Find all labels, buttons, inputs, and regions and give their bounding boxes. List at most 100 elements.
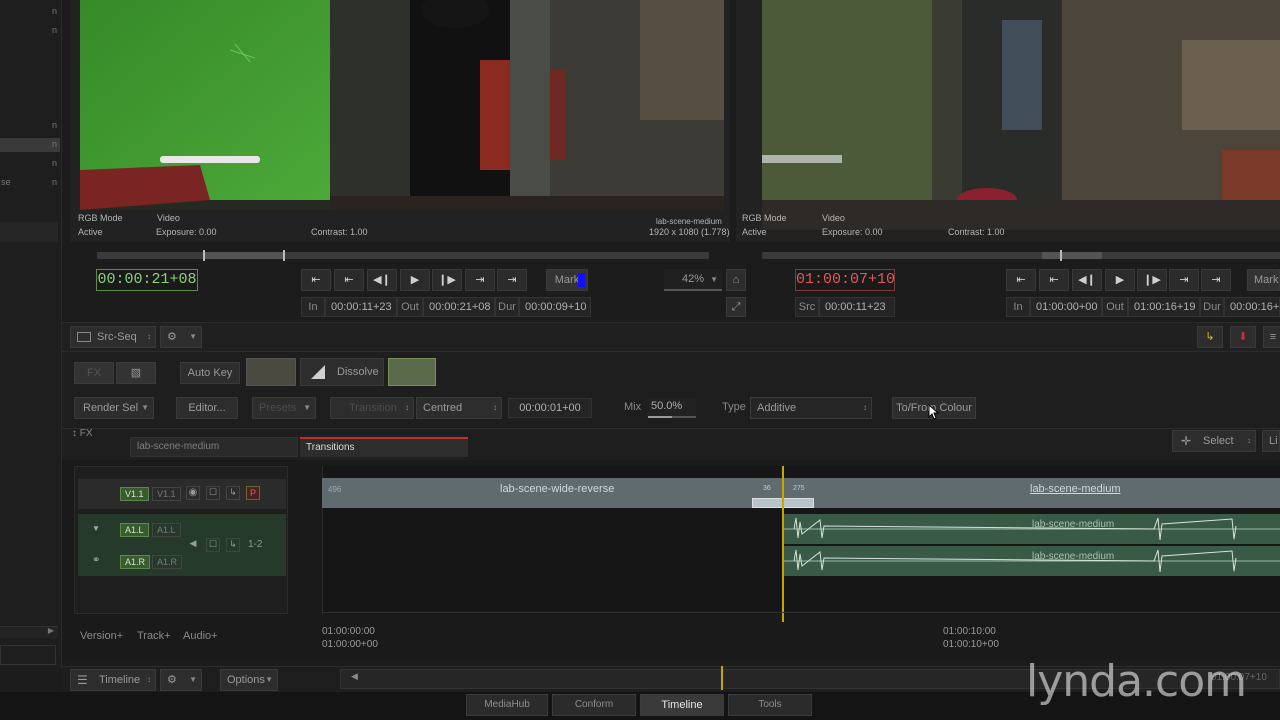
browser-row[interactable]: n (0, 24, 60, 38)
mark-button[interactable]: Mark (1247, 269, 1280, 291)
go-to-in-button[interactable]: ⇤ (334, 269, 364, 291)
source-viewer[interactable]: RGB Mode Video lab-scene-medium Active E… (70, 0, 730, 242)
dur-label[interactable]: Dur (495, 297, 519, 317)
menu-icon[interactable]: ≡ (1263, 326, 1280, 348)
record-viewer[interactable]: RGB Mode Video Active Exposure: 0.00 Con… (736, 0, 1280, 242)
in-timecode-field[interactable]: 01:00:00+00 (1030, 297, 1102, 317)
home-icon[interactable]: ⌂ (726, 269, 746, 291)
record-position-marker[interactable] (1060, 250, 1062, 261)
dissolve-button[interactable]: Dissolve (300, 358, 384, 386)
dur-timecode-field[interactable]: 00:00:16+ (1224, 297, 1280, 317)
browser-row[interactable]: n (0, 5, 60, 19)
audio-clip-left-channel[interactable]: lab-scene-medium (784, 514, 1280, 544)
step-back-button[interactable]: ◀❙ (367, 269, 397, 291)
settings-dropdown[interactable]: ⚙ ▼ (160, 326, 202, 348)
video-clip-right[interactable]: lab-scene-medium (784, 478, 1280, 508)
out-label[interactable]: Out (397, 297, 423, 317)
settings-dropdown[interactable]: ⚙ ▼ (160, 669, 202, 691)
dur-label[interactable]: Dur (1200, 297, 1224, 317)
v1-track-label[interactable]: V1.1 (152, 487, 181, 501)
out-marker[interactable] (283, 250, 285, 261)
go-to-end-button[interactable]: ⇥ (497, 269, 527, 291)
play-button[interactable]: ▶ (400, 269, 430, 291)
a1r-source-patch[interactable]: A1.R (120, 555, 151, 569)
video-clip-left[interactable]: 496 lab-scene-wide-reverse (322, 478, 784, 508)
mark-button[interactable]: Mark (546, 269, 588, 291)
in-marker[interactable] (203, 250, 205, 261)
record-timecode[interactable]: 01:00:07+10 (795, 269, 895, 291)
incoming-clip-thumbnail[interactable] (388, 358, 436, 386)
splice-in-icon[interactable]: ⬇ (1230, 326, 1256, 348)
track-plus-button[interactable]: Track+ (137, 630, 171, 642)
auto-key-button[interactable]: Auto Key (180, 362, 240, 384)
source-video-frame[interactable] (80, 0, 724, 210)
go-to-out-button[interactable]: ⇥ (465, 269, 495, 291)
transition-duration-field[interactable]: 00:00:01+00 (508, 398, 592, 418)
mask-icon[interactable]: ▧ (116, 362, 156, 384)
presets-dropdown[interactable]: Presets ▼ (252, 397, 316, 419)
editor-button[interactable]: Editor... (176, 397, 238, 419)
zoom-dropdown[interactable]: 42% ▼ (664, 269, 722, 291)
lock-icon[interactable]: ☐ (206, 538, 220, 552)
step-back-button[interactable]: ◀❙ (1072, 269, 1102, 291)
playhead[interactable] (782, 466, 784, 622)
collapse-triangle-icon[interactable]: ▼ (92, 524, 100, 533)
src-seq-dropdown[interactable]: Src-Seq ↕ (70, 326, 156, 348)
a1l-track-label[interactable]: A1.L (152, 523, 181, 537)
audio-clip-right-channel[interactable]: lab-scene-medium (784, 546, 1280, 576)
step-forward-button[interactable]: ❙▶ (1137, 269, 1167, 291)
scroll-left-icon[interactable]: ◀ (351, 671, 358, 682)
src-label[interactable]: Src (795, 297, 819, 317)
eye-icon[interactable]: ◉ (186, 486, 200, 500)
sync-icon[interactable]: ↳ (226, 486, 240, 500)
tab-conform[interactable]: Conform (552, 694, 636, 716)
browser-row[interactable]: n (0, 157, 60, 171)
tab-tools[interactable]: Tools (728, 694, 812, 716)
patch-p-button[interactable]: P (246, 486, 260, 500)
audio-plus-button[interactable]: Audio+ (183, 630, 218, 642)
a1r-track-label[interactable]: A1.R (152, 555, 183, 569)
browser-row[interactable]: n (0, 119, 60, 133)
tab-mediahub[interactable]: MediaHub (466, 694, 548, 716)
outgoing-clip-thumbnail[interactable] (246, 358, 296, 386)
lock-icon[interactable]: ☐ (206, 486, 220, 500)
play-button[interactable]: ▶ (1105, 269, 1135, 291)
fit-expand-icon[interactable]: ⤢ (726, 297, 746, 317)
source-scrub-bar[interactable] (97, 250, 709, 261)
step-forward-button[interactable]: ❙▶ (432, 269, 462, 291)
go-to-start-button[interactable]: ⇤ (1006, 269, 1036, 291)
link-icon[interactable]: ⚭ (92, 555, 100, 566)
browser-row-selected[interactable]: n (0, 138, 60, 152)
in-label[interactable]: In (301, 297, 325, 317)
alignment-dropdown[interactable]: Centred ↕ (416, 397, 502, 419)
in-label[interactable]: In (1006, 297, 1030, 317)
out-timecode-field[interactable]: 01:00:16+19 (1128, 297, 1200, 317)
go-to-start-button[interactable]: ⇤ (301, 269, 331, 291)
timeline-view-dropdown[interactable]: ☰ Timeline ↕ (70, 669, 156, 691)
tab-timeline[interactable]: Timeline (640, 694, 724, 716)
go-to-end-button[interactable]: ⇥ (1201, 269, 1231, 291)
fx-tab[interactable]: ↕ FX (72, 428, 93, 439)
out-timecode-field[interactable]: 00:00:21+08 (423, 297, 495, 317)
go-to-out-button[interactable]: ⇥ (1169, 269, 1199, 291)
src-timecode-field[interactable]: 00:00:11+23 (819, 297, 895, 317)
transition-dropdown[interactable]: Transition ↕ (330, 397, 414, 419)
go-to-in-button[interactable]: ⇤ (1039, 269, 1069, 291)
fx-button[interactable]: FX (74, 362, 114, 384)
dur-timecode-field[interactable]: 00:00:09+10 (519, 297, 591, 317)
browser-search-field[interactable] (0, 645, 56, 665)
speaker-icon[interactable]: ◀ (186, 538, 200, 552)
tab-transitions[interactable]: Transitions (300, 437, 468, 457)
options-dropdown[interactable]: Options ▼ (220, 669, 278, 691)
in-timecode-field[interactable]: 00:00:11+23 (325, 297, 397, 317)
record-video-frame[interactable] (762, 0, 1280, 230)
browser-row[interactable]: se n (0, 176, 60, 190)
type-dropdown[interactable]: Additive ↕ (750, 397, 872, 419)
render-sel-dropdown[interactable]: Render Sel ▼ (74, 397, 154, 419)
tab-clip[interactable]: lab-scene-medium (130, 437, 298, 457)
mix-slider[interactable]: 50.0% (648, 398, 696, 418)
source-timecode[interactable]: 00:00:21+08 (96, 269, 198, 291)
sync-icon[interactable]: ↳ (226, 538, 240, 552)
select-tool-dropdown[interactable]: ✛ Select ↕ (1172, 430, 1256, 452)
partial-button[interactable]: Li (1262, 430, 1280, 452)
